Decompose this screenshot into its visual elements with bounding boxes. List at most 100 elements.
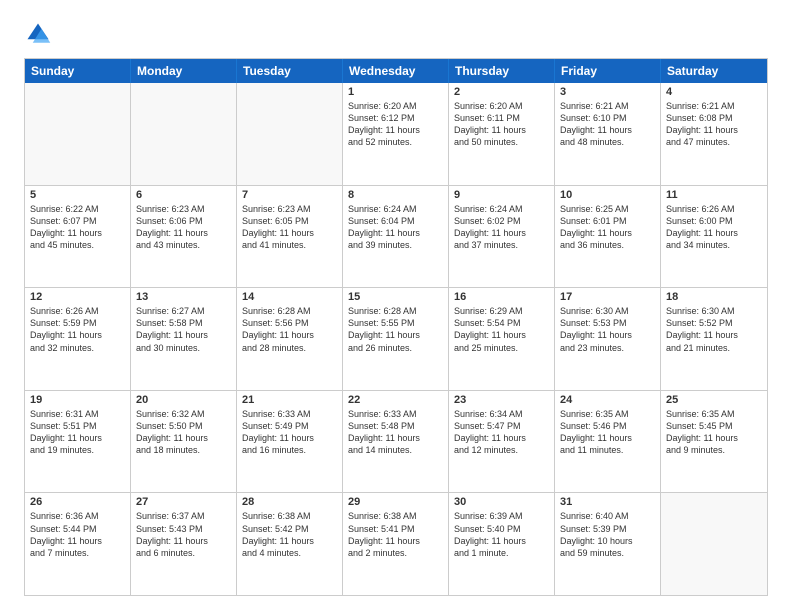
calendar-cell: 25 Sunrise: 6:35 AM Sunset: 5:45 PM Dayli… <box>661 391 767 493</box>
page: SundayMondayTuesdayWednesdayThursdayFrid… <box>0 0 792 612</box>
cell-info: Sunrise: 6:25 AM Sunset: 6:01 PM Dayligh… <box>560 203 655 252</box>
calendar-cell: 29Sunrise: 6:38 AM Sunset: 5:41 PM Dayli… <box>343 493 449 595</box>
day-number: 16 <box>454 291 549 303</box>
cell-info: Sunrise: 6:32 AM Sunset: 5:50 PM Dayligh… <box>136 408 231 457</box>
calendar-cell: 22Sunrise: 6:33 AM Sunset: 5:48 PM Dayli… <box>343 391 449 493</box>
cell-info: Sunrise: 6:31 AM Sunset: 5:51 PM Dayligh… <box>30 408 125 457</box>
day-number: 13 <box>136 291 231 303</box>
cell-info: Sunrise: 6:20 AM Sunset: 6:11 PM Dayligh… <box>454 100 549 149</box>
calendar-cell: 20 Sunrise: 6:32 AM Sunset: 5:50 PM Dayli… <box>131 391 237 493</box>
calendar-cell: 27 Sunrise: 6:37 AM Sunset: 5:43 PM Dayli… <box>131 493 237 595</box>
calendar-cell <box>131 83 237 185</box>
cell-info: Sunrise: 6:37 AM Sunset: 5:43 PM Dayligh… <box>136 510 231 559</box>
day-number: 11 <box>666 189 762 201</box>
cell-info: Sunrise: 6:24 AM Sunset: 6:02 PM Dayligh… <box>454 203 549 252</box>
calendar: SundayMondayTuesdayWednesdayThursdayFrid… <box>24 58 768 596</box>
cell-info: Sunrise: 6:33 AM Sunset: 5:49 PM Dayligh… <box>242 408 337 457</box>
calendar-row: 12Sunrise: 6:26 AM Sunset: 5:59 PM Dayli… <box>25 287 767 390</box>
day-number: 26 <box>30 496 125 508</box>
calendar-cell: 2Sunrise: 6:20 AM Sunset: 6:11 PM Daylig… <box>449 83 555 185</box>
calendar-header-cell: Monday <box>131 59 237 83</box>
calendar-cell: 26 Sunrise: 6:36 AM Sunset: 5:44 PM Dayli… <box>25 493 131 595</box>
calendar-cell: 5 Sunrise: 6:22 AM Sunset: 6:07 PM Daylig… <box>25 186 131 288</box>
calendar-cell: 6 Sunrise: 6:23 AM Sunset: 6:06 PM Daylig… <box>131 186 237 288</box>
day-number: 7 <box>242 189 337 201</box>
calendar-cell: 19 Sunrise: 6:31 AM Sunset: 5:51 PM Dayli… <box>25 391 131 493</box>
cell-info: Sunrise: 6:35 AM Sunset: 5:45 PM Dayligh… <box>666 408 762 457</box>
calendar-cell: 9 Sunrise: 6:24 AM Sunset: 6:02 PM Daylig… <box>449 186 555 288</box>
cell-info: Sunrise: 6:36 AM Sunset: 5:44 PM Dayligh… <box>30 510 125 559</box>
calendar-header-cell: Thursday <box>449 59 555 83</box>
cell-info: Sunrise: 6:28 AM Sunset: 5:56 PM Dayligh… <box>242 305 337 354</box>
day-number: 23 <box>454 394 549 406</box>
day-number: 14 <box>242 291 337 303</box>
cell-info: Sunrise: 6:23 AM Sunset: 6:05 PM Dayligh… <box>242 203 337 252</box>
calendar-row: 19 Sunrise: 6:31 AM Sunset: 5:51 PM Dayli… <box>25 390 767 493</box>
day-number: 25 <box>666 394 762 406</box>
calendar-header-cell: Friday <box>555 59 661 83</box>
day-number: 21 <box>242 394 337 406</box>
calendar-cell: 18 Sunrise: 6:30 AM Sunset: 5:52 PM Dayli… <box>661 288 767 390</box>
day-number: 31 <box>560 496 655 508</box>
day-number: 3 <box>560 86 655 98</box>
calendar-cell: 23Sunrise: 6:34 AM Sunset: 5:47 PM Dayli… <box>449 391 555 493</box>
cell-info: Sunrise: 6:33 AM Sunset: 5:48 PM Dayligh… <box>348 408 443 457</box>
calendar-cell: 16 Sunrise: 6:29 AM Sunset: 5:54 PM Dayli… <box>449 288 555 390</box>
cell-info: Sunrise: 6:29 AM Sunset: 5:54 PM Dayligh… <box>454 305 549 354</box>
calendar-header-cell: Wednesday <box>343 59 449 83</box>
day-number: 30 <box>454 496 549 508</box>
calendar-header-cell: Tuesday <box>237 59 343 83</box>
calendar-cell <box>25 83 131 185</box>
cell-info: Sunrise: 6:23 AM Sunset: 6:06 PM Dayligh… <box>136 203 231 252</box>
calendar-row: 1Sunrise: 6:20 AM Sunset: 6:12 PM Daylig… <box>25 83 767 185</box>
calendar-body: 1Sunrise: 6:20 AM Sunset: 6:12 PM Daylig… <box>25 83 767 595</box>
day-number: 29 <box>348 496 443 508</box>
day-number: 20 <box>136 394 231 406</box>
calendar-cell: 3 Sunrise: 6:21 AM Sunset: 6:10 PM Daylig… <box>555 83 661 185</box>
calendar-cell: 14 Sunrise: 6:28 AM Sunset: 5:56 PM Dayli… <box>237 288 343 390</box>
calendar-cell: 12Sunrise: 6:26 AM Sunset: 5:59 PM Dayli… <box>25 288 131 390</box>
calendar-header-cell: Saturday <box>661 59 767 83</box>
day-number: 10 <box>560 189 655 201</box>
header <box>24 20 768 48</box>
cell-info: Sunrise: 6:26 AM Sunset: 5:59 PM Dayligh… <box>30 305 125 354</box>
cell-info: Sunrise: 6:24 AM Sunset: 6:04 PM Dayligh… <box>348 203 443 252</box>
day-number: 18 <box>666 291 762 303</box>
calendar-cell: 15Sunrise: 6:28 AM Sunset: 5:55 PM Dayli… <box>343 288 449 390</box>
day-number: 19 <box>30 394 125 406</box>
calendar-cell: 7 Sunrise: 6:23 AM Sunset: 6:05 PM Daylig… <box>237 186 343 288</box>
day-number: 1 <box>348 86 443 98</box>
cell-info: Sunrise: 6:28 AM Sunset: 5:55 PM Dayligh… <box>348 305 443 354</box>
cell-info: Sunrise: 6:21 AM Sunset: 6:10 PM Dayligh… <box>560 100 655 149</box>
calendar-cell <box>661 493 767 595</box>
calendar-cell: 21 Sunrise: 6:33 AM Sunset: 5:49 PM Dayli… <box>237 391 343 493</box>
day-number: 17 <box>560 291 655 303</box>
cell-info: Sunrise: 6:27 AM Sunset: 5:58 PM Dayligh… <box>136 305 231 354</box>
cell-info: Sunrise: 6:38 AM Sunset: 5:42 PM Dayligh… <box>242 510 337 559</box>
cell-info: Sunrise: 6:21 AM Sunset: 6:08 PM Dayligh… <box>666 100 762 149</box>
logo-icon <box>24 20 52 48</box>
day-number: 6 <box>136 189 231 201</box>
day-number: 9 <box>454 189 549 201</box>
day-number: 8 <box>348 189 443 201</box>
cell-info: Sunrise: 6:30 AM Sunset: 5:52 PM Dayligh… <box>666 305 762 354</box>
calendar-header-cell: Sunday <box>25 59 131 83</box>
day-number: 24 <box>560 394 655 406</box>
calendar-cell: 1Sunrise: 6:20 AM Sunset: 6:12 PM Daylig… <box>343 83 449 185</box>
cell-info: Sunrise: 6:35 AM Sunset: 5:46 PM Dayligh… <box>560 408 655 457</box>
calendar-cell: 10 Sunrise: 6:25 AM Sunset: 6:01 PM Dayli… <box>555 186 661 288</box>
calendar-cell: 30Sunrise: 6:39 AM Sunset: 5:40 PM Dayli… <box>449 493 555 595</box>
cell-info: Sunrise: 6:22 AM Sunset: 6:07 PM Dayligh… <box>30 203 125 252</box>
calendar-cell: 11 Sunrise: 6:26 AM Sunset: 6:00 PM Dayli… <box>661 186 767 288</box>
cell-info: Sunrise: 6:26 AM Sunset: 6:00 PM Dayligh… <box>666 203 762 252</box>
calendar-cell: 4Sunrise: 6:21 AM Sunset: 6:08 PM Daylig… <box>661 83 767 185</box>
calendar-cell: 8 Sunrise: 6:24 AM Sunset: 6:04 PM Daylig… <box>343 186 449 288</box>
calendar-cell: 17Sunrise: 6:30 AM Sunset: 5:53 PM Dayli… <box>555 288 661 390</box>
calendar-cell: 28Sunrise: 6:38 AM Sunset: 5:42 PM Dayli… <box>237 493 343 595</box>
calendar-row: 5 Sunrise: 6:22 AM Sunset: 6:07 PM Daylig… <box>25 185 767 288</box>
calendar-header: SundayMondayTuesdayWednesdayThursdayFrid… <box>25 59 767 83</box>
calendar-cell: 31Sunrise: 6:40 AM Sunset: 5:39 PM Dayli… <box>555 493 661 595</box>
day-number: 5 <box>30 189 125 201</box>
calendar-cell <box>237 83 343 185</box>
day-number: 27 <box>136 496 231 508</box>
